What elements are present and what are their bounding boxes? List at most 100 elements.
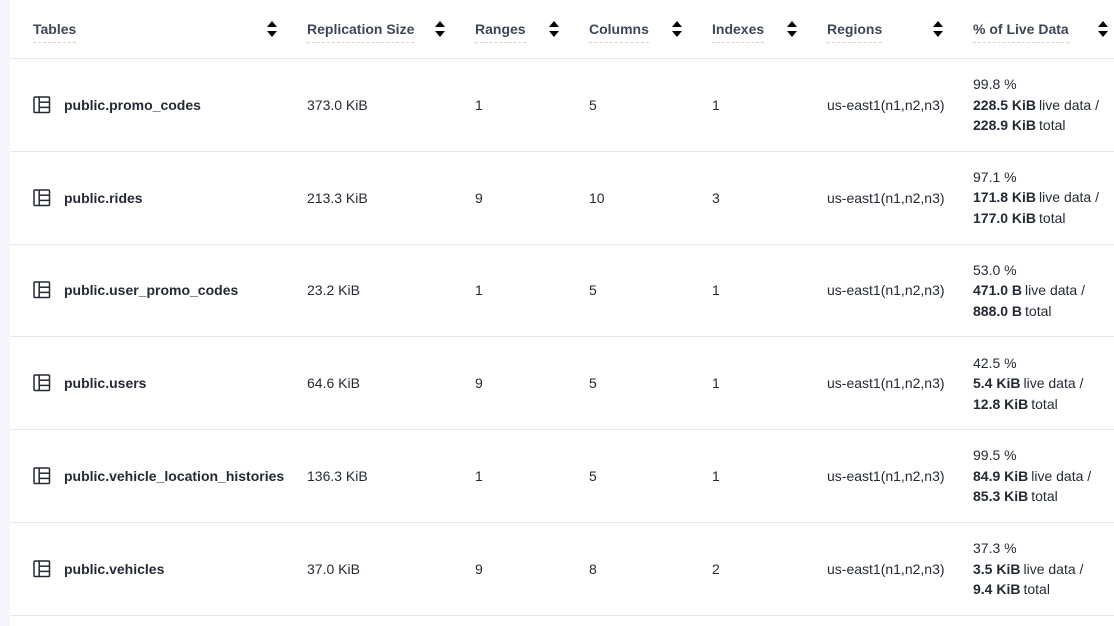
columns-cell: 5 (589, 375, 712, 391)
column-label: Tables (33, 21, 76, 43)
live-data-amount: 5.4 KiBlive data / (973, 373, 1110, 394)
table-name-cell[interactable]: public.users (33, 374, 307, 392)
live-data-percent: 53.0 % (973, 260, 1110, 281)
table-icon (33, 374, 51, 392)
live-data-percent: 37.3 % (973, 538, 1110, 559)
table-name: public.rides (64, 190, 143, 206)
regions-cell: us-east1(n1,n2,n3) (827, 375, 973, 391)
live-data-cell: 37.3 % 3.5 KiBlive data / 9.4 KiBtotal (973, 538, 1114, 600)
table-row[interactable]: public.vehicle_location_histories 136.3 … (10, 430, 1114, 523)
table-icon (33, 96, 51, 114)
ranges-cell: 1 (475, 97, 589, 113)
ranges-cell: 1 (475, 468, 589, 484)
total-data-amount: 888.0 Btotal (973, 301, 1110, 322)
live-data-amount: 171.8 KiBlive data / (973, 187, 1110, 208)
replication-size-cell: 213.3 KiB (307, 190, 475, 206)
ranges-cell: 9 (475, 190, 589, 206)
regions-cell: us-east1(n1,n2,n3) (827, 282, 973, 298)
live-data-percent: 42.5 % (973, 353, 1110, 374)
table-row[interactable]: public.user_promo_codes 23.2 KiB 1 5 1 u… (10, 245, 1114, 338)
table-name: public.vehicles (64, 561, 164, 577)
table-row[interactable]: public.promo_codes 373.0 KiB 1 5 1 us-ea… (10, 59, 1114, 152)
indexes-cell: 1 (712, 282, 827, 298)
table-icon (33, 560, 51, 578)
indexes-cell: 1 (712, 468, 827, 484)
live-data-amount: 471.0 Blive data / (973, 280, 1110, 301)
live-data-amount: 228.5 KiBlive data / (973, 95, 1110, 116)
column-label: Regions (827, 21, 882, 43)
column-header-tables[interactable]: Tables (33, 16, 307, 43)
columns-cell: 5 (589, 468, 712, 484)
columns-cell: 8 (589, 561, 712, 577)
sort-icon[interactable] (435, 21, 445, 37)
column-header-columns[interactable]: Columns (589, 16, 712, 43)
table-name-cell[interactable]: public.vehicle_location_histories (33, 467, 307, 485)
live-data-percent: 99.8 % (973, 74, 1110, 95)
live-data-percent: 97.1 % (973, 167, 1110, 188)
total-data-amount: 228.9 KiBtotal (973, 115, 1110, 136)
total-data-amount: 12.8 KiBtotal (973, 394, 1110, 415)
live-data-cell: 42.5 % 5.4 KiBlive data / 12.8 KiBtotal (973, 353, 1114, 415)
sort-icon[interactable] (933, 21, 943, 37)
indexes-cell: 3 (712, 190, 827, 206)
live-data-cell: 97.1 % 171.8 KiBlive data / 177.0 KiBtot… (973, 167, 1114, 229)
table-header-row: Tables Replication Size Ranges Columns I… (10, 0, 1114, 59)
regions-cell: us-east1(n1,n2,n3) (827, 97, 973, 113)
total-data-amount: 177.0 KiBtotal (973, 208, 1110, 229)
total-data-amount: 85.3 KiBtotal (973, 486, 1110, 507)
table-name: public.promo_codes (64, 97, 201, 113)
table-name: public.vehicle_location_histories (64, 468, 284, 484)
column-label: Replication Size (307, 21, 414, 43)
columns-cell: 10 (589, 190, 712, 206)
column-header-regions[interactable]: Regions (827, 16, 973, 43)
sort-icon[interactable] (672, 21, 682, 37)
table-icon (33, 467, 51, 485)
table-row[interactable]: public.rides 213.3 KiB 9 10 3 us-east1(n… (10, 152, 1114, 245)
sort-icon[interactable] (787, 21, 797, 37)
columns-cell: 5 (589, 282, 712, 298)
table-row[interactable]: public.vehicles 37.0 KiB 9 8 2 us-east1(… (10, 523, 1114, 616)
ranges-cell: 9 (475, 561, 589, 577)
replication-size-cell: 64.6 KiB (307, 375, 475, 391)
column-header-indexes[interactable]: Indexes (712, 16, 827, 43)
sort-icon[interactable] (1098, 21, 1108, 37)
column-label: Indexes (712, 21, 764, 43)
live-data-cell: 99.5 % 84.9 KiBlive data / 85.3 KiBtotal (973, 445, 1114, 507)
column-header-replication-size[interactable]: Replication Size (307, 16, 475, 43)
table-name-cell[interactable]: public.vehicles (33, 560, 307, 578)
regions-cell: us-east1(n1,n2,n3) (827, 561, 973, 577)
columns-cell: 5 (589, 97, 712, 113)
column-label: Ranges (475, 21, 526, 43)
table-name-cell[interactable]: public.rides (33, 189, 307, 207)
column-label: Columns (589, 21, 649, 43)
regions-cell: us-east1(n1,n2,n3) (827, 190, 973, 206)
table-icon (33, 281, 51, 299)
tables-list-card: Tables Replication Size Ranges Columns I… (10, 0, 1114, 626)
table-name: public.users (64, 375, 146, 391)
replication-size-cell: 37.0 KiB (307, 561, 475, 577)
table-icon (33, 189, 51, 207)
live-data-cell: 99.8 % 228.5 KiBlive data / 228.9 KiBtot… (973, 74, 1114, 136)
indexes-cell: 1 (712, 97, 827, 113)
table-name: public.user_promo_codes (64, 282, 238, 298)
column-header-ranges[interactable]: Ranges (475, 16, 589, 43)
sort-icon[interactable] (267, 21, 277, 37)
replication-size-cell: 136.3 KiB (307, 468, 475, 484)
table-name-cell[interactable]: public.promo_codes (33, 96, 307, 114)
column-label: % of Live Data (973, 21, 1069, 43)
regions-cell: us-east1(n1,n2,n3) (827, 468, 973, 484)
ranges-cell: 9 (475, 375, 589, 391)
indexes-cell: 1 (712, 375, 827, 391)
live-data-amount: 3.5 KiBlive data / (973, 559, 1110, 580)
live-data-cell: 53.0 % 471.0 Blive data / 888.0 Btotal (973, 260, 1114, 322)
indexes-cell: 2 (712, 561, 827, 577)
replication-size-cell: 23.2 KiB (307, 282, 475, 298)
total-data-amount: 9.4 KiBtotal (973, 579, 1110, 600)
live-data-percent: 99.5 % (973, 445, 1110, 466)
sort-icon[interactable] (549, 21, 559, 37)
table-row[interactable]: public.users 64.6 KiB 9 5 1 us-east1(n1,… (10, 337, 1114, 430)
live-data-amount: 84.9 KiBlive data / (973, 466, 1110, 487)
table-name-cell[interactable]: public.user_promo_codes (33, 281, 307, 299)
replication-size-cell: 373.0 KiB (307, 97, 475, 113)
column-header-pct-live-data[interactable]: % of Live Data (973, 16, 1114, 43)
